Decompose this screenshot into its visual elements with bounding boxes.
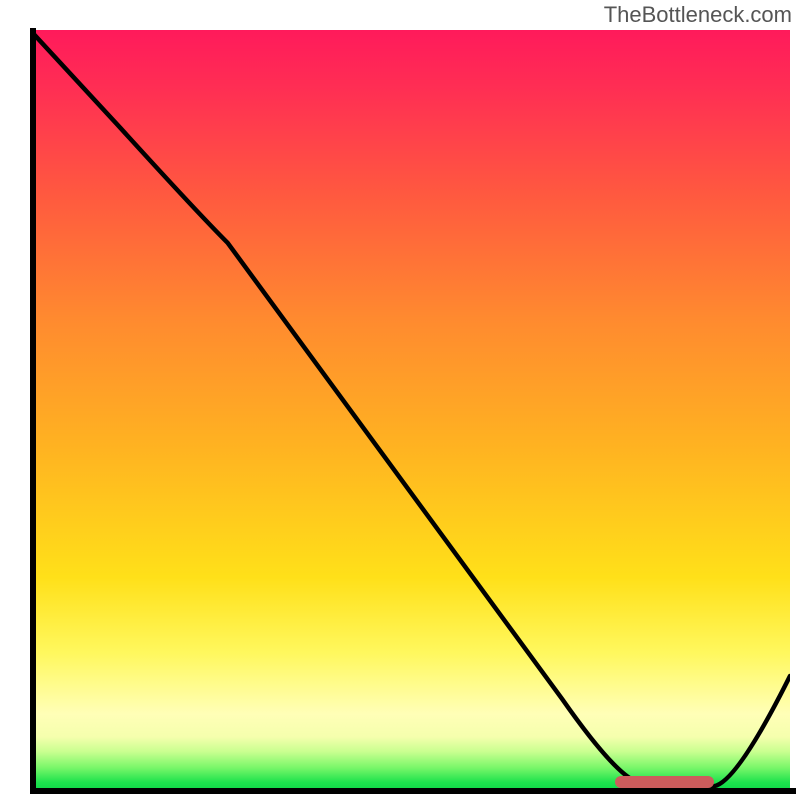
chart-root: TheBottleneck.com xyxy=(0,0,800,800)
optimal-range-marker xyxy=(615,776,714,788)
plot-area xyxy=(30,30,790,790)
bottleneck-curve xyxy=(30,30,790,790)
watermark-text: TheBottleneck.com xyxy=(604,2,792,28)
